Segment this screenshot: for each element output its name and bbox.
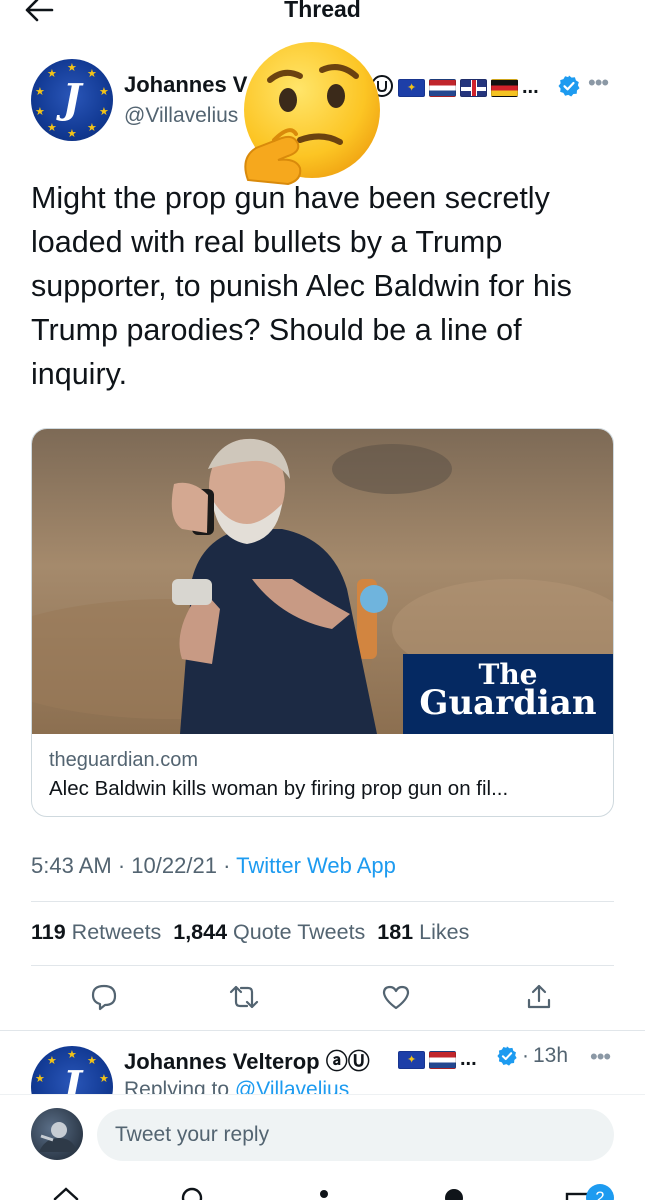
quotes-stat[interactable]: 1,844 Quote Tweets xyxy=(173,920,365,944)
author-avatar[interactable]: ★ ★ ★ ★ ★ ★ ★ ★ ★ ★ J xyxy=(31,59,113,141)
tweet-stats: 119 Retweets 1,844 Quote Tweets 181 Like… xyxy=(31,920,469,945)
reply-meta: · 13h xyxy=(496,1044,568,1068)
more-options-icon[interactable]: ••• xyxy=(588,70,609,96)
card-title: Alec Baldwin kills woman by firing prop … xyxy=(49,777,509,800)
share-icon[interactable] xyxy=(524,982,554,1012)
reply-input[interactable] xyxy=(97,1109,614,1161)
search-icon[interactable] xyxy=(180,1186,208,1200)
divider xyxy=(0,1030,645,1031)
tweet-date: 10/22/21 xyxy=(131,853,217,878)
author-handle[interactable]: @Villavelius xyxy=(124,104,238,128)
flags-ellipsis: ... xyxy=(522,76,539,98)
page-title: Thread xyxy=(284,0,361,22)
tweet-text: Might the prop gun have been secretly lo… xyxy=(31,181,572,391)
reply-author-name[interactable]: Johannes Velterop ⓐⓊ xyxy=(124,1044,370,1076)
reply-composer xyxy=(0,1094,645,1170)
author-name[interactable]: Johannes V xyxy=(124,72,247,98)
bottom-nav xyxy=(0,1170,645,1200)
likes-stat[interactable]: 181 Likes xyxy=(377,920,469,944)
like-icon[interactable] xyxy=(381,982,411,1012)
author-flags: ... xyxy=(398,76,539,99)
replying-handle[interactable]: @Villavelius xyxy=(235,1078,349,1094)
eu-flag-icon xyxy=(398,1050,425,1069)
tweet-source[interactable]: Twitter Web App xyxy=(236,853,396,878)
card-domain: theguardian.com xyxy=(49,749,198,771)
netherlands-flag-icon xyxy=(429,78,456,97)
reply-flags: ... xyxy=(398,1048,477,1071)
verified-badge-icon xyxy=(497,1046,517,1066)
verified-badge-icon xyxy=(558,75,580,97)
home-icon[interactable] xyxy=(52,1186,80,1200)
link-card[interactable]: The Guardian theguardian.com Alec Baldwi… xyxy=(31,428,614,817)
retweet-icon[interactable] xyxy=(229,982,259,1012)
replying-to: Replying to @Villavelius xyxy=(124,1078,349,1094)
spaces-icon[interactable] xyxy=(310,1186,338,1200)
netherlands-flag-icon xyxy=(429,1050,456,1069)
divider xyxy=(31,965,614,966)
thinking-face-emoji xyxy=(244,42,380,186)
retweets-stat[interactable]: 119 Retweets xyxy=(31,920,161,944)
tweet-actions xyxy=(31,980,614,1020)
notifications-icon[interactable] xyxy=(440,1186,468,1200)
germany-flag-icon xyxy=(491,78,518,97)
guardian-logo: The Guardian xyxy=(403,654,613,734)
uk-flag-icon xyxy=(460,78,487,97)
top-bar: Thread xyxy=(0,0,645,28)
tweet-time: 5:43 AM xyxy=(31,853,112,878)
reply-icon[interactable] xyxy=(89,982,119,1012)
user-avatar[interactable] xyxy=(31,1108,83,1160)
divider xyxy=(31,901,614,902)
flags-ellipsis: ... xyxy=(460,1048,477,1070)
eu-flag-icon xyxy=(398,78,425,97)
tweet-timestamp: 5:43 AM · 10/22/21 · Twitter Web App xyxy=(31,853,396,878)
reply-time: 13h xyxy=(533,1044,569,1067)
more-options-icon[interactable]: ••• xyxy=(590,1044,611,1070)
